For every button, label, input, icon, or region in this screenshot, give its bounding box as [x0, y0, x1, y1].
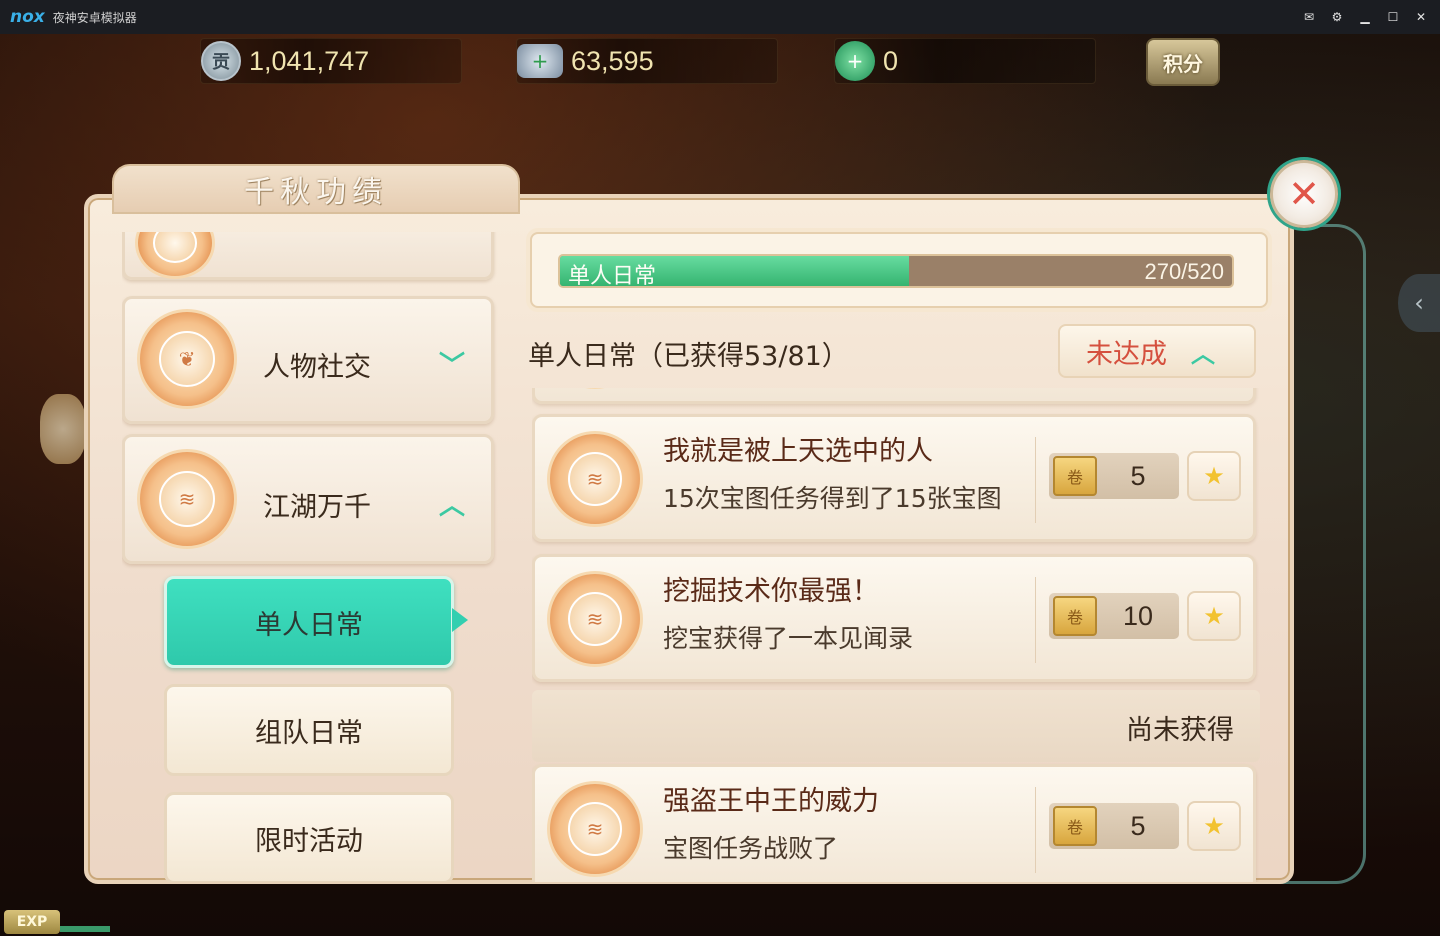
chevron-up-icon[interactable]: ︿: [439, 485, 465, 522]
scroll-reward-icon: 卷: [1053, 806, 1097, 846]
nox-logo: nox: [10, 7, 45, 27]
emulator-title-bar: nox 夜神安卓模拟器 ✉ ⚙ ▁ ☐ ✕: [0, 0, 1440, 34]
reward-count: 10: [1122, 600, 1154, 631]
chevron-up-icon: ︿: [1191, 339, 1215, 368]
contribution-coin-icon: 贡: [201, 41, 241, 81]
contribution-currency: 贡 1,041,747: [200, 38, 462, 84]
category-item-partial[interactable]: [122, 232, 494, 280]
scroll-reward-icon: 卷: [1053, 596, 1097, 636]
category-item-jianghu[interactable]: ≋ 江湖万千 ︿: [122, 434, 494, 564]
achievement-title: 强盗王中王的威力: [663, 786, 879, 817]
subcategory-limited-event[interactable]: 限时活动: [164, 792, 454, 882]
panel-title: 千秋功绩: [244, 175, 388, 210]
selected-pointer-icon: [452, 608, 468, 632]
achievement-card-partial: [532, 388, 1256, 404]
window-controls: ✉ ⚙ ▁ ☐ ✕: [1298, 0, 1432, 34]
exp-bar: [60, 926, 110, 932]
achievement-title: 我就是被上天选中的人: [663, 436, 933, 467]
contribution-value: 1,041,747: [249, 45, 370, 76]
subcategory-team-daily[interactable]: 组队日常: [164, 684, 454, 776]
category-item-social[interactable]: ❦ 人物社交 ﹀: [122, 296, 494, 424]
achievement-desc: 挖宝获得了一本见闻录: [663, 624, 914, 653]
achievement-card: ≋ 挖掘技术你最强！ 挖宝获得了一本见闻录 卷 10 ★: [532, 554, 1256, 682]
points-button[interactable]: 积分: [1146, 38, 1220, 86]
minimize-icon[interactable]: ▁: [1354, 6, 1376, 28]
subcategory-solo-daily[interactable]: 单人日常: [164, 576, 454, 668]
settings-icon[interactable]: ⚙: [1326, 6, 1348, 28]
status-label: 未达成: [1086, 338, 1167, 370]
claimed-star-icon[interactable]: ★: [1187, 451, 1241, 501]
category-list: ❦ 人物社交 ﹀ ≋ 江湖万千 ︿ 单人日常 组队日常 限时活动: [122, 232, 498, 882]
medal-inner: ≋: [568, 452, 622, 506]
progress-value: 270/520: [1144, 259, 1224, 284]
progress-bar: 单人日常 270/520: [558, 254, 1234, 288]
lantern-decoration: [40, 394, 86, 464]
claim-star-icon[interactable]: ★: [1187, 801, 1241, 851]
reward-box: 卷 5: [1049, 803, 1179, 849]
close-icon: ✕: [1288, 172, 1320, 216]
treasure-map-medal-icon: ≋: [547, 431, 643, 527]
medal-inner: ≋: [158, 470, 216, 528]
jade-value: 0: [883, 45, 899, 76]
category-label: 江湖万千: [263, 492, 371, 523]
divider: [1035, 787, 1036, 873]
achievement-content: 单人日常 270/520 单人日常（已获得53/81） 未达成 ︿ ≋ 我就是被…: [520, 224, 1272, 882]
achievement-medal-icon: [547, 388, 643, 389]
reward-count: 5: [1130, 810, 1146, 841]
scroll-medal-icon: ≋: [137, 449, 237, 549]
close-window-icon[interactable]: ✕: [1410, 6, 1432, 28]
mail-icon[interactable]: ✉: [1298, 6, 1320, 28]
close-panel-button[interactable]: ✕: [1270, 160, 1338, 228]
medal-inner: ≋: [568, 592, 622, 646]
silver-ingot-icon[interactable]: +: [517, 44, 563, 78]
divider: [1035, 577, 1036, 663]
progress-frame: 单人日常 270/520: [530, 232, 1268, 308]
silver-value: 63,595: [571, 45, 654, 76]
medal-inner: [152, 232, 198, 263]
status-toggle-button[interactable]: 未达成 ︿: [1058, 324, 1256, 378]
category-label: 人物社交: [263, 352, 371, 383]
app-title: 夜神安卓模拟器: [52, 10, 137, 25]
divider: [1035, 437, 1036, 523]
medal-inner: ≋: [568, 802, 622, 856]
social-medal-icon: ❦: [137, 309, 237, 409]
medal-inner: ❦: [158, 330, 216, 388]
category-medal-icon: [135, 232, 215, 279]
achievement-card: ≋ 强盗王中王的威力 宝图任务战败了 卷 5 ★: [532, 764, 1256, 882]
reward-box: 卷 10: [1049, 593, 1179, 639]
achievement-card: ≋ 我就是被上天选中的人 15次宝图任务得到了15张宝图 卷 5 ★: [532, 414, 1256, 542]
achievement-desc: 15次宝图任务得到了15张宝图: [663, 484, 1002, 513]
section-title: 单人日常（已获得53/81）: [528, 341, 849, 372]
reward-count: 5: [1130, 460, 1146, 491]
jade-icon[interactable]: +: [835, 41, 875, 81]
silver-currency[interactable]: + 63,595: [516, 38, 778, 84]
achievements-panel: 千秋功绩 ✕ ❦ 人物社交 ﹀ ≋ 江湖万千 ︿ 单人日常 组队日常 限时活动: [84, 160, 1366, 884]
panel-title-tab: 千秋功绩: [112, 164, 520, 214]
progress-label: 单人日常: [568, 264, 657, 288]
achievement-desc: 宝图任务战败了: [663, 834, 839, 863]
treasure-map-medal-icon: ≋: [547, 781, 643, 877]
not-obtained-label: 尚未获得: [1126, 715, 1234, 746]
section-header: 单人日常（已获得53/81） 未达成 ︿: [520, 320, 1272, 386]
scroll-reward-icon: 卷: [1053, 456, 1097, 496]
achievement-title: 挖掘技术你最强！: [663, 576, 879, 607]
not-obtained-divider: 尚未获得: [532, 690, 1260, 762]
game-scene: 贡 1,041,747 + 63,595 + 0 积分 ‹ 千秋功绩 ✕ ❦ 人…: [0, 34, 1440, 936]
treasure-map-medal-icon: ≋: [547, 571, 643, 667]
reward-box: 卷 5: [1049, 453, 1179, 499]
exp-badge: EXP: [4, 910, 60, 934]
chevron-down-icon[interactable]: ﹀: [439, 345, 465, 382]
achievement-list[interactable]: ≋ 我就是被上天选中的人 15次宝图任务得到了15张宝图 卷 5 ★ ≋ 挖掘技…: [532, 388, 1260, 882]
side-expand-arrow-icon[interactable]: ‹: [1398, 274, 1440, 332]
jade-currency[interactable]: + 0: [834, 38, 1096, 84]
claimed-star-icon[interactable]: ★: [1187, 591, 1241, 641]
maximize-icon[interactable]: ☐: [1382, 6, 1404, 28]
